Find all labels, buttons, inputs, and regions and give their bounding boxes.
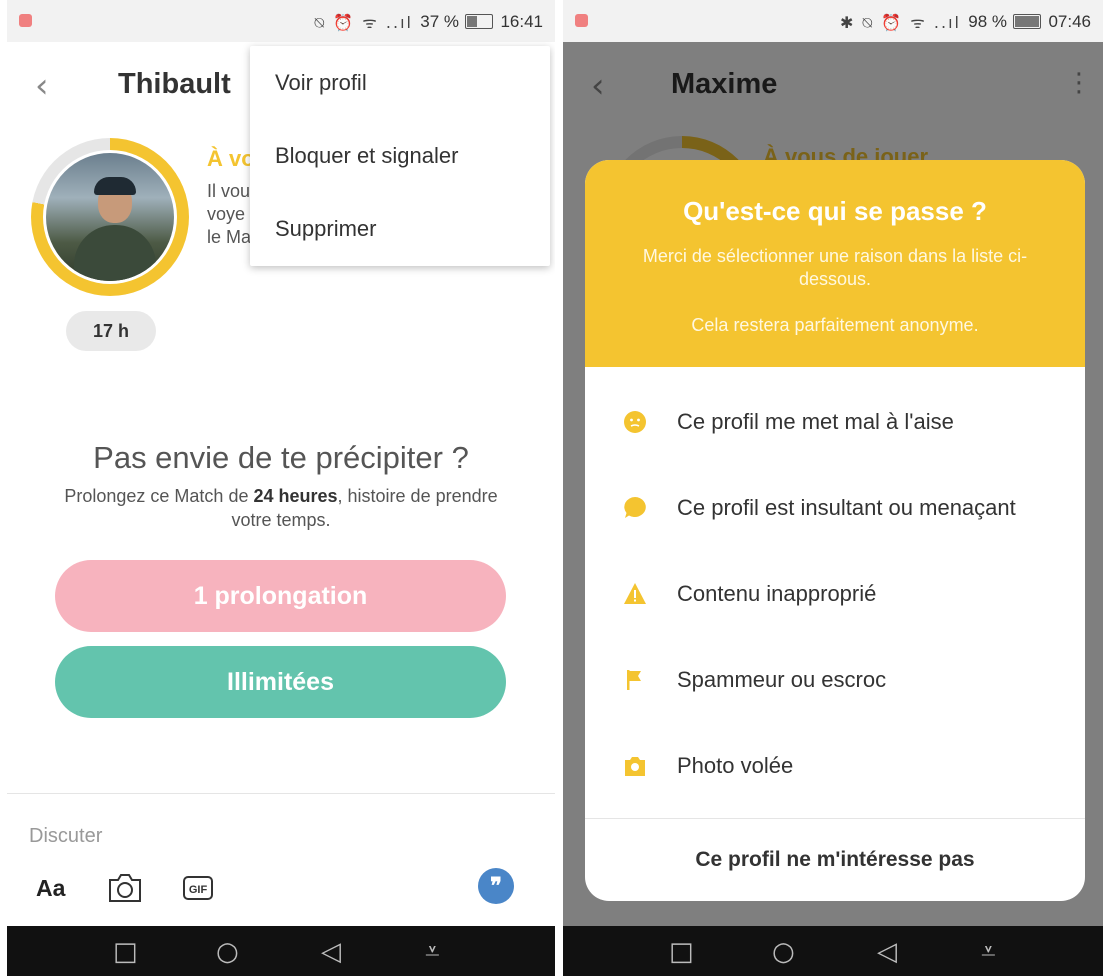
reason-spam[interactable]: Spammeur ou escroc bbox=[585, 637, 1085, 723]
speech-bubble-icon bbox=[624, 497, 646, 518]
camera-icon[interactable] bbox=[107, 872, 143, 904]
menu-item-delete[interactable]: Supprimer bbox=[250, 192, 550, 265]
notification-app-icon bbox=[575, 14, 588, 27]
time-remaining-badge: 17 h bbox=[66, 311, 156, 351]
reason-inappropriate[interactable]: Contenu inapproprié bbox=[585, 551, 1085, 637]
home-icon[interactable]: ○ bbox=[216, 937, 239, 967]
not-interested-button[interactable]: Ce profil ne m'intéresse pas bbox=[585, 819, 1085, 901]
menu-item-block-report[interactable]: Bloquer et signaler bbox=[250, 119, 550, 192]
recent-apps-icon[interactable]: □ bbox=[113, 937, 138, 967]
home-icon[interactable]: ○ bbox=[772, 937, 795, 967]
avatar[interactable] bbox=[46, 153, 174, 281]
report-dialog-title: Qu'est-ce qui se passe ? bbox=[683, 196, 987, 226]
turn-heading: À vo bbox=[207, 146, 255, 171]
system-nav-bar: □ ○ ◁ ⩡ bbox=[7, 926, 555, 976]
composer-divider bbox=[7, 793, 555, 794]
description-line: Il vou bbox=[207, 181, 251, 201]
right-screen: ✱ ⍉ ⏰ ᯤ ..ıl 98 % 07:46 ‹ Maxime ⋮ À vou… bbox=[563, 0, 1103, 976]
reason-list: Ce profil me met mal à l'aise Ce profil … bbox=[585, 367, 1085, 809]
report-dialog-subtitle: Merci de sélectionner une raison dans la… bbox=[642, 246, 1028, 289]
report-dialog-header: Qu'est-ce qui se passe ? Merci de sélect… bbox=[585, 160, 1085, 367]
back-chevron-icon[interactable]: ‹ bbox=[35, 66, 49, 106]
system-status-icons: ⍉ ⏰ ᯤ ..ıl bbox=[314, 13, 413, 32]
back-icon[interactable]: ◁ bbox=[877, 937, 897, 967]
system-nav-bar: □ ○ ◁ ⩡ bbox=[563, 926, 1103, 976]
unlimited-button[interactable]: Illimitées bbox=[55, 646, 506, 718]
match-name-title: Thibault bbox=[118, 68, 231, 100]
reason-label: Ce profil est insultant ou menaçant bbox=[677, 495, 1016, 520]
clock: 16:41 bbox=[500, 12, 543, 31]
reason-uneasy[interactable]: Ce profil me met mal à l'aise bbox=[585, 379, 1085, 465]
extend-prompt-title: Pas envie de te précipiter ? bbox=[93, 440, 469, 475]
extend-once-button[interactable]: 1 prolongation bbox=[55, 560, 506, 632]
extend-prompt-subtitle: Prolongez ce Match de 24 heures, histoir… bbox=[64, 486, 498, 530]
icebreaker-quote-icon[interactable]: ❞ bbox=[478, 868, 514, 904]
anonymity-note: Cela restera parfaitement anonyme. bbox=[691, 315, 979, 335]
match-description: Il vou voye le Ma bbox=[207, 180, 251, 249]
warning-icon bbox=[624, 583, 646, 604]
menu-item-view-profile[interactable]: Voir profil bbox=[250, 46, 550, 119]
gif-button[interactable]: GIF bbox=[183, 876, 213, 900]
battery-percent: 98 % bbox=[968, 12, 1007, 31]
reason-label: Photo volée bbox=[677, 753, 794, 778]
description-line: le Ma bbox=[207, 227, 252, 247]
clock: 07:46 bbox=[1048, 12, 1091, 31]
uneasy-face-icon bbox=[624, 411, 646, 433]
left-screen: ⍉ ⏰ ᯤ ..ıl 37 % 16:41 ‹ Thibault 17 h À … bbox=[7, 0, 555, 976]
notification-pull-icon[interactable]: ⩡ bbox=[981, 937, 996, 968]
description-line: voye bbox=[207, 204, 246, 224]
notification-app-icon bbox=[19, 14, 32, 27]
reason-stolen-photo[interactable]: Photo volée bbox=[585, 723, 1085, 809]
recent-apps-icon[interactable]: □ bbox=[669, 937, 694, 967]
status-bar: ⍉ ⏰ ᯤ ..ıl 37 % 16:41 bbox=[7, 0, 555, 42]
battery-percent: 37 % bbox=[420, 12, 459, 31]
system-status-icons: ✱ ⍉ ⏰ ᯤ ..ıl bbox=[840, 13, 961, 32]
status-bar: ✱ ⍉ ⏰ ᯤ ..ıl 98 % 07:46 bbox=[563, 0, 1103, 42]
chat-input[interactable]: Discuter bbox=[29, 825, 102, 848]
reason-label: Contenu inapproprié bbox=[677, 581, 877, 606]
overflow-menu: Voir profil Bloquer et signaler Supprime… bbox=[250, 46, 550, 266]
text-format-button[interactable]: Aa bbox=[36, 875, 65, 902]
flag-icon bbox=[627, 670, 641, 690]
reason-label: Spammeur ou escroc bbox=[677, 667, 887, 692]
reason-insulting[interactable]: Ce profil est insultant ou menaçant bbox=[585, 465, 1085, 551]
back-icon[interactable]: ◁ bbox=[321, 937, 341, 967]
report-dialog: Qu'est-ce qui se passe ? Merci de sélect… bbox=[585, 160, 1085, 901]
reason-label: Ce profil me met mal à l'aise bbox=[677, 409, 954, 434]
camera-icon bbox=[625, 757, 645, 776]
battery-icon bbox=[465, 14, 493, 29]
battery-icon bbox=[1013, 14, 1041, 29]
notification-pull-icon[interactable]: ⩡ bbox=[425, 937, 440, 968]
